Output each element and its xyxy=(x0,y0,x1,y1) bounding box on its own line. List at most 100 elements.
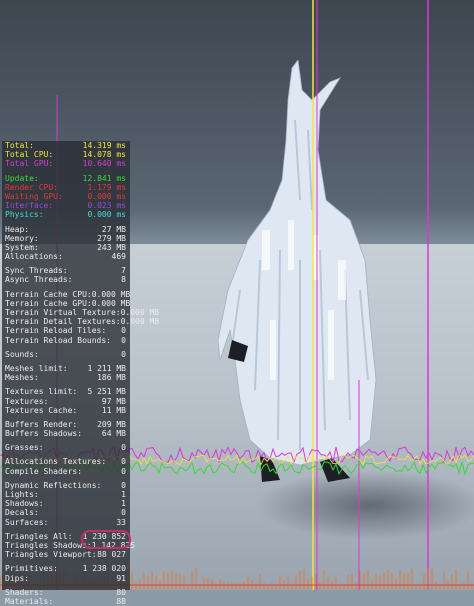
stat-value: 186 MB xyxy=(97,373,126,383)
stat-row-memory: Heap: 27 MB xyxy=(2,225,130,234)
stat-row-scene: Lights: 1 xyxy=(2,490,130,499)
stat-row-prims: Primitives: 1 238 020 xyxy=(2,564,130,573)
stat-value: 469 xyxy=(111,252,126,262)
stat-row-grasses: Grasses: 0 xyxy=(2,443,130,452)
stat-label: Sync Threads: xyxy=(5,266,68,276)
stat-value: 97 MB xyxy=(101,396,126,406)
stat-row-scene: Shadows: 1 xyxy=(2,499,130,508)
stat-label: Surfaces: xyxy=(5,517,49,527)
stat-label: Buffers Render: xyxy=(5,419,78,429)
stat-row-sounds: Sounds: 0 xyxy=(2,350,130,359)
stat-label: Terrain Cache GPU: xyxy=(5,298,92,308)
stat-row-terrain: Terrain Virtual Texture: 0.000 MB xyxy=(2,308,159,317)
stat-label: System: xyxy=(5,242,39,252)
stat-label: Decals: xyxy=(5,508,39,518)
stat-label: Waiting GPU: xyxy=(5,191,63,201)
stat-value: 5 251 MB xyxy=(87,387,126,397)
stat-value: 0.023 ms xyxy=(87,201,126,211)
stat-value: 0.000 MB xyxy=(120,308,160,317)
stat-label: Allocations: xyxy=(5,252,63,262)
stat-row-threads: Waiting GPU: 0.000 ms xyxy=(2,192,130,201)
stat-row-buffers: Buffers Render: 209 MB xyxy=(2,420,130,429)
stat-value: 0.000 MB xyxy=(91,289,131,299)
stat-row-threads: Update: 12.841 ms xyxy=(2,174,130,183)
stat-value: 14.078 ms xyxy=(82,150,126,160)
stat-value: 1.179 ms xyxy=(87,182,126,192)
stat-value: 209 MB xyxy=(97,419,126,429)
stat-value: 0 xyxy=(121,443,126,453)
stat-row-scene: Dynamic Reflections: 0 xyxy=(2,481,130,490)
triangles-viewport-highlight xyxy=(81,530,131,549)
stat-row-threads: Render CPU: 1.179 ms xyxy=(2,183,130,192)
stat-value: 10.640 ms xyxy=(82,159,126,169)
stat-row-memory: System: 243 MB xyxy=(2,243,130,252)
stat-label: Total GPU: xyxy=(5,159,54,169)
stat-label: Memory: xyxy=(5,233,39,243)
stat-label: Triangles Shadows: xyxy=(5,540,92,550)
stat-row-buffers: Buffers Shadows: 64 MB xyxy=(2,429,130,438)
stat-row-textures: Textures: 97 MB xyxy=(2,397,130,406)
stat-label: Triangles All: xyxy=(5,531,73,541)
stat-value: 12.841 ms xyxy=(82,173,126,183)
stat-value: 88 xyxy=(116,596,126,606)
stat-row-scene: Surfaces: 33 xyxy=(2,518,130,527)
stat-label: Textures: xyxy=(5,396,49,406)
stat-row-timing: Total CPU: 14.078 ms xyxy=(2,150,130,159)
stat-label: Total CPU: xyxy=(5,150,54,160)
stat-row-scene: Decals: 0 xyxy=(2,508,130,517)
stat-value: 0 xyxy=(121,326,126,336)
stat-row-textures: Textures limit: 5 251 MB xyxy=(2,387,130,396)
stat-value: 0 xyxy=(121,335,126,345)
stat-value: 0 xyxy=(121,457,126,467)
stat-label: Total: xyxy=(5,141,34,150)
stat-label: Terrain Reload Bounds: xyxy=(5,335,111,345)
stat-row-prims: Dips: 91 xyxy=(2,574,130,583)
stat-row-terrain: Terrain Detail Textures: 0.000 MB xyxy=(2,317,159,327)
stat-value: 0.000 ms xyxy=(87,191,126,201)
stat-label: Terrain Reload Tiles: xyxy=(5,326,107,336)
stat-value: 243 MB xyxy=(97,242,126,252)
stat-row-shaders: Materials: 88 xyxy=(2,597,130,606)
stat-row-meshes: Meshes: 186 MB xyxy=(2,373,130,382)
stat-label: Terrain Virtual Texture: xyxy=(5,308,121,317)
stat-value: 0 xyxy=(121,466,126,476)
stat-value: 1 xyxy=(121,490,126,499)
stat-label: Compile Shaders: xyxy=(5,466,83,476)
stat-label: Interface: xyxy=(5,201,54,211)
stat-label: Async Threads: xyxy=(5,275,73,285)
stat-value: 1 211 MB xyxy=(87,363,126,373)
stat-value: 88 027 xyxy=(97,550,126,560)
stat-value: 33 xyxy=(116,517,126,527)
stat-label: Grasses: xyxy=(5,443,44,453)
stat-row-threads: Interface: 0.023 ms xyxy=(2,201,130,210)
stat-value: 0.000 ms xyxy=(87,210,126,220)
stat-value: 1 xyxy=(121,499,126,509)
stat-value: 64 MB xyxy=(101,429,126,439)
stat-row-terrain: Terrain Reload Bounds: 0 xyxy=(2,336,130,345)
stat-row-allocations: Compile Shaders: 0 xyxy=(2,467,130,476)
stat-label: Terrain Cache CPU: xyxy=(5,289,92,299)
stat-label: Update: xyxy=(5,173,39,183)
stat-label: Terrain Detail Textures: xyxy=(5,317,121,327)
stat-value: 27 MB xyxy=(101,224,126,234)
stat-value: 8 xyxy=(121,275,126,285)
stat-value: 0.000 MB xyxy=(91,298,131,308)
stat-value: 0.000 MB xyxy=(120,317,160,327)
stat-row-allocations: Allocations Textures: 0 xyxy=(2,457,130,466)
stat-label: Buffers Shadows: xyxy=(5,429,83,439)
stat-row-shaders: Shaders: 80 xyxy=(2,588,130,597)
stat-value: 80 xyxy=(116,587,126,597)
stat-label: Sounds: xyxy=(5,349,39,359)
stat-row-memory: Allocations: 469 xyxy=(2,252,130,261)
stat-row-meshes: Meshes limit: 1 211 MB xyxy=(2,364,130,373)
stat-label: Primitives: xyxy=(5,564,58,574)
stat-value: 279 MB xyxy=(97,233,126,243)
stat-row-terrain: Terrain Cache GPU: 0.000 MB xyxy=(2,299,130,308)
stat-row-threads: Physics: 0.000 ms xyxy=(2,210,130,219)
stat-value: 0 xyxy=(121,349,126,359)
stat-row-sync: Sync Threads: 7 xyxy=(2,266,130,275)
stat-row-textures: Textures Cache: 11 MB xyxy=(2,406,130,415)
stat-row-terrain: Terrain Cache CPU: 0.000 MB xyxy=(2,290,130,299)
stat-value: 14.319 ms xyxy=(82,141,126,150)
stat-label: Lights: xyxy=(5,490,39,499)
